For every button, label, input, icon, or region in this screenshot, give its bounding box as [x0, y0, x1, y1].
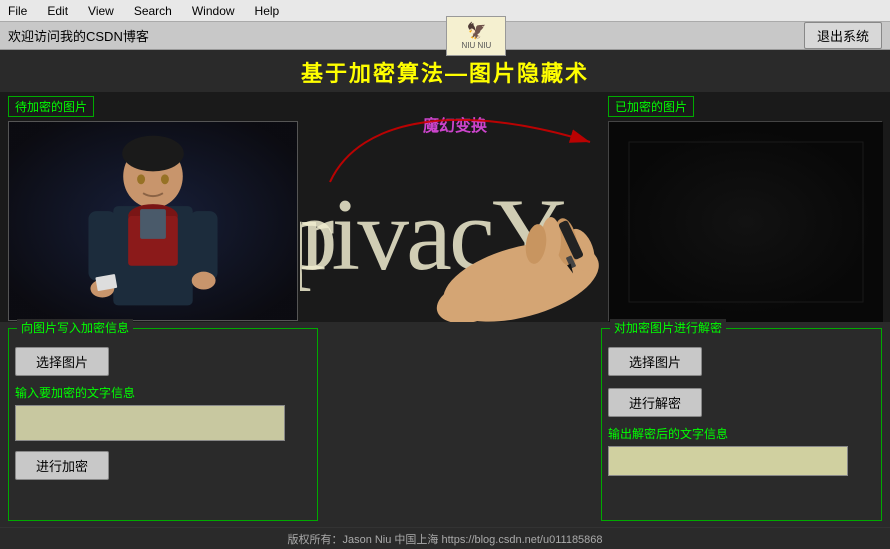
left-panel-label: 待加密的图片 [8, 96, 94, 117]
menu-help[interactable]: Help [251, 2, 284, 20]
main-title: 基于加密算法—图片隐藏术 [0, 50, 890, 92]
image-row: 待加密的图片 [0, 92, 890, 322]
select-image-decrypt-button[interactable]: 选择图片 [608, 347, 702, 376]
decrypt-section-title: 对加密图片进行解密 [610, 319, 726, 336]
main-content: 基于加密算法—图片隐藏术 待加密的图片 [0, 50, 890, 549]
welcome-text: 欢迎访问我的CSDN博客 [8, 26, 149, 45]
footer-text: 版权所有：Jason Niu 中国上海 https://blog.csdn.ne… [287, 531, 602, 547]
decrypt-output-label: 输出解密后的文字信息 [608, 425, 875, 442]
source-image-box [8, 121, 298, 321]
menu-bar: File Edit View Search Window Help [0, 0, 890, 22]
decrypt-output-field[interactable] [608, 446, 848, 476]
logo-text: NIU NIU [462, 41, 492, 50]
source-image-display [9, 122, 297, 320]
person-illustration [9, 121, 297, 321]
menu-view[interactable]: View [84, 2, 118, 20]
encrypt-section-title: 向图片写入加密信息 [17, 319, 133, 336]
menu-window[interactable]: Window [188, 2, 239, 20]
bottom-row: 向图片写入加密信息 选择图片 输入要加密的文字信息 进行加密 对加密图片进行解密… [0, 322, 890, 527]
title-bar: 欢迎访问我的CSDN博客 🦅 NIU NIU 退出系统 [0, 22, 890, 50]
encrypt-input-label: 输入要加密的文字信息 [15, 384, 311, 401]
menu-file[interactable]: File [4, 2, 31, 20]
logout-button[interactable]: 退出系统 [804, 22, 882, 49]
decrypt-section: 对加密图片进行解密 选择图片 进行解密 输出解密后的文字信息 [601, 328, 882, 521]
encrypt-text-input[interactable] [15, 405, 285, 441]
logo-bird-icon: 🦅 [466, 21, 486, 41]
hand-svg [411, 212, 631, 322]
center-area: 魔幻变换 rivacY p [310, 92, 600, 322]
svg-text:p: p [300, 178, 338, 292]
encrypt-button[interactable]: 进行加密 [15, 451, 109, 480]
right-image-panel: 已加密的图片 [600, 92, 890, 322]
decrypt-button[interactable]: 进行解密 [608, 388, 702, 417]
encrypt-section: 向图片写入加密信息 选择图片 输入要加密的文字信息 进行加密 [8, 328, 318, 521]
menu-search[interactable]: Search [130, 2, 176, 20]
bottom-center-spacer [326, 322, 593, 527]
footer: 版权所有：Jason Niu 中国上海 https://blog.csdn.ne… [0, 527, 890, 549]
select-image-encrypt-button[interactable]: 选择图片 [15, 347, 109, 376]
logo-box: 🦅 NIU NIU [446, 16, 506, 56]
encrypted-image-display [609, 122, 883, 322]
left-image-panel: 待加密的图片 [0, 92, 310, 322]
right-panel-label: 已加密的图片 [608, 96, 694, 117]
hand-illustration [411, 212, 631, 322]
logo-area: 🦅 NIU NIU [446, 16, 506, 56]
encrypted-image-box [608, 121, 882, 321]
menu-edit[interactable]: Edit [43, 2, 72, 20]
